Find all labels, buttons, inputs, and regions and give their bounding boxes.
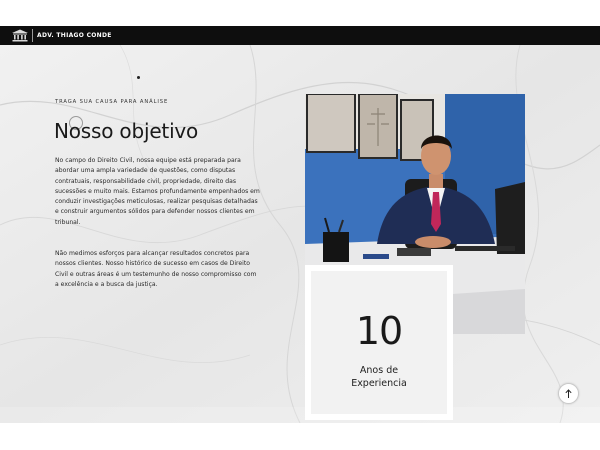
pillar-building-icon[interactable] xyxy=(11,29,29,42)
section-eyebrow: TRAGA SUA CAUSA PARA ANÁLISE xyxy=(55,99,169,105)
years-number: 10 xyxy=(355,309,403,353)
experience-stat-inner: 10 Anos de Experiencia xyxy=(311,271,447,414)
years-label-line1: Anos de xyxy=(359,365,399,376)
experience-stat-card: 10 Anos de Experiencia xyxy=(305,265,453,420)
commitment-paragraph: Não medimos esforços para alcançar resul… xyxy=(55,250,257,288)
brand-name[interactable]: ADV. THIAGO CONDE xyxy=(37,32,112,39)
scroll-to-top-button[interactable] xyxy=(558,383,579,404)
navbar: ADV. THIAGO CONDE xyxy=(0,26,600,45)
page: ADV. THIAGO CONDE TRAGA SUA CAUSA PARA A… xyxy=(0,0,600,450)
marble-lower-band xyxy=(0,407,600,423)
page-title: Nosso objetivo xyxy=(54,119,199,143)
years-label: Anos de Experiencia xyxy=(311,364,447,390)
brand-divider xyxy=(32,29,33,42)
intro-paragraph: No campo do Direito Civil, nossa equipe … xyxy=(55,157,260,226)
arrow-up-icon xyxy=(565,388,572,398)
decorative-dot xyxy=(137,76,140,79)
years-label-line2: Experiencia xyxy=(351,378,407,389)
